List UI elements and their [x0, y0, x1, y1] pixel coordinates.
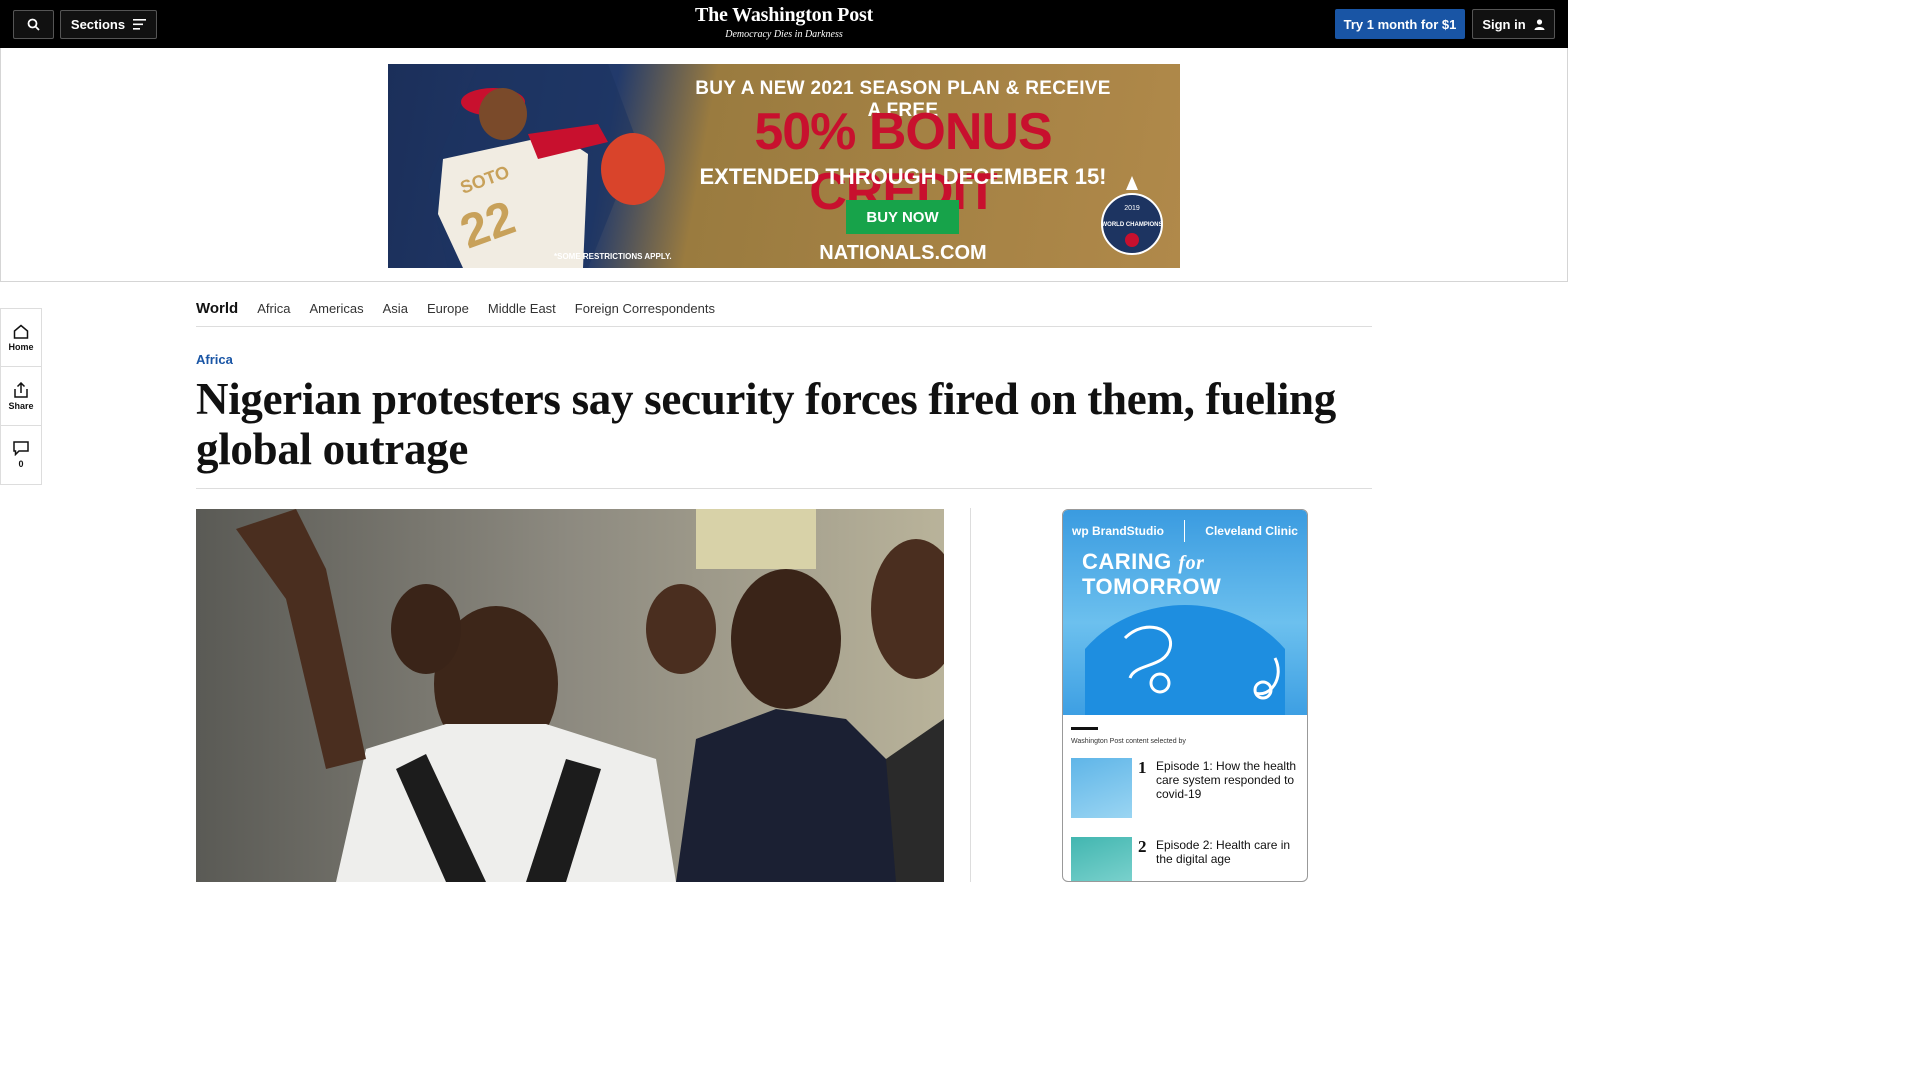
baseball-player-illustration: SOTO 22: [428, 64, 665, 268]
sections-button[interactable]: Sections: [60, 10, 157, 39]
episode-thumbnail: [1071, 758, 1132, 818]
section-nav-middle-east[interactable]: Middle East: [488, 301, 556, 316]
nationals-ad-banner[interactable]: SOTO 22 BUY A NEW 2021 SEASON PLAN & REC…: [388, 64, 1180, 268]
logo-name: The Washington Post: [694, 4, 874, 26]
episode-title: Episode 2: Health care in the digital ag…: [1156, 838, 1291, 866]
home-button[interactable]: Home: [0, 308, 42, 367]
article-kicker[interactable]: Africa: [196, 352, 233, 367]
ad-buy-now-button[interactable]: BUY NOW: [846, 200, 959, 234]
site-logo[interactable]: The Washington Post Democracy Dies in Da…: [634, 4, 934, 40]
ad-line-3: EXTENDED THROUGH DECEMBER 15!: [699, 164, 1107, 189]
home-label: Home: [8, 341, 34, 352]
ad-site: NATIONALS.COM: [819, 242, 987, 264]
user-icon: [1534, 18, 1545, 30]
brand-title-for: for: [1178, 552, 1205, 574]
comments-button[interactable]: 0: [0, 426, 42, 485]
section-nav-africa[interactable]: Africa: [257, 301, 290, 316]
search-icon: [27, 18, 40, 31]
episode-thumbnail: [1071, 837, 1132, 881]
brand-card-title: CARING for TOMORROW: [1082, 550, 1221, 599]
globe-stethoscope-illustration: [1085, 605, 1285, 715]
episode-item[interactable]: 1 Episode 1: How the health care system …: [1071, 758, 1299, 820]
search-button[interactable]: [13, 10, 54, 39]
brand-studio-card[interactable]: wp BrandStudio Cleveland Clinic CARING f…: [1062, 509, 1308, 882]
section-navigation: World Africa Americas Asia Europe Middle…: [196, 290, 1372, 327]
episode-item[interactable]: 2 Episode 2: Health care in the digital …: [1071, 837, 1299, 881]
partner-label: Cleveland Clinic: [1205, 524, 1298, 538]
brand-card-hero: wp BrandStudio Cleveland Clinic CARING f…: [1063, 510, 1307, 715]
home-icon: [13, 324, 29, 339]
share-icon: [14, 381, 28, 398]
lead-photo[interactable]: [196, 509, 944, 882]
episode-number: 1: [1138, 758, 1147, 777]
share-button[interactable]: Share: [0, 367, 42, 426]
brand-card-rule: [1071, 727, 1098, 730]
protesters-photo: [196, 509, 944, 882]
brand-separator: [1184, 520, 1186, 542]
comments-count: 0: [18, 459, 24, 469]
selected-by-text: Washington Post content selected by: [1071, 738, 1186, 745]
brand-studio-label: wp BrandStudio: [1072, 524, 1164, 538]
logo-tagline: Democracy Dies in Darkness: [725, 29, 843, 40]
badge-year: 2019: [1124, 205, 1140, 212]
episode-title: Episode 1: How the health care system re…: [1156, 759, 1297, 801]
section-nav-foreign-correspondents[interactable]: Foreign Correspondents: [575, 301, 715, 316]
article-headline: Nigerian protesters say security forces …: [196, 374, 1336, 474]
sign-in-button[interactable]: Sign in: [1472, 9, 1555, 39]
sections-label: Sections: [70, 17, 126, 32]
brand-title-tomorrow: TOMORROW: [1082, 574, 1222, 599]
episode-number: 2: [1138, 837, 1147, 856]
sign-in-label: Sign in: [1482, 16, 1526, 32]
column-divider: [970, 508, 971, 882]
share-label: Share: [8, 400, 34, 411]
brand-title-caring: CARING: [1082, 549, 1172, 574]
badge-text: WORLD CHAMPIONS: [1102, 222, 1163, 228]
section-nav-asia[interactable]: Asia: [383, 301, 408, 316]
brand-card-header: wp BrandStudio Cleveland Clinic: [1072, 518, 1298, 544]
ad-restrictions: *SOME RESTRICTIONS APPLY.: [554, 252, 672, 261]
section-nav-americas[interactable]: Americas: [309, 301, 363, 316]
left-rail: Home Share 0: [0, 308, 42, 485]
section-nav-world[interactable]: World: [196, 300, 238, 317]
section-nav-europe[interactable]: Europe: [427, 301, 469, 316]
menu-icon: [133, 19, 147, 30]
world-champions-badge: 2019 WORLD CHAMPIONS: [1101, 176, 1163, 255]
headline-divider: [196, 488, 1372, 489]
top-navigation-bar: Sections The Washington Post Democracy D…: [0, 0, 1568, 48]
comment-icon: [13, 441, 29, 456]
subscribe-button[interactable]: Try 1 month for $1: [1335, 9, 1465, 39]
